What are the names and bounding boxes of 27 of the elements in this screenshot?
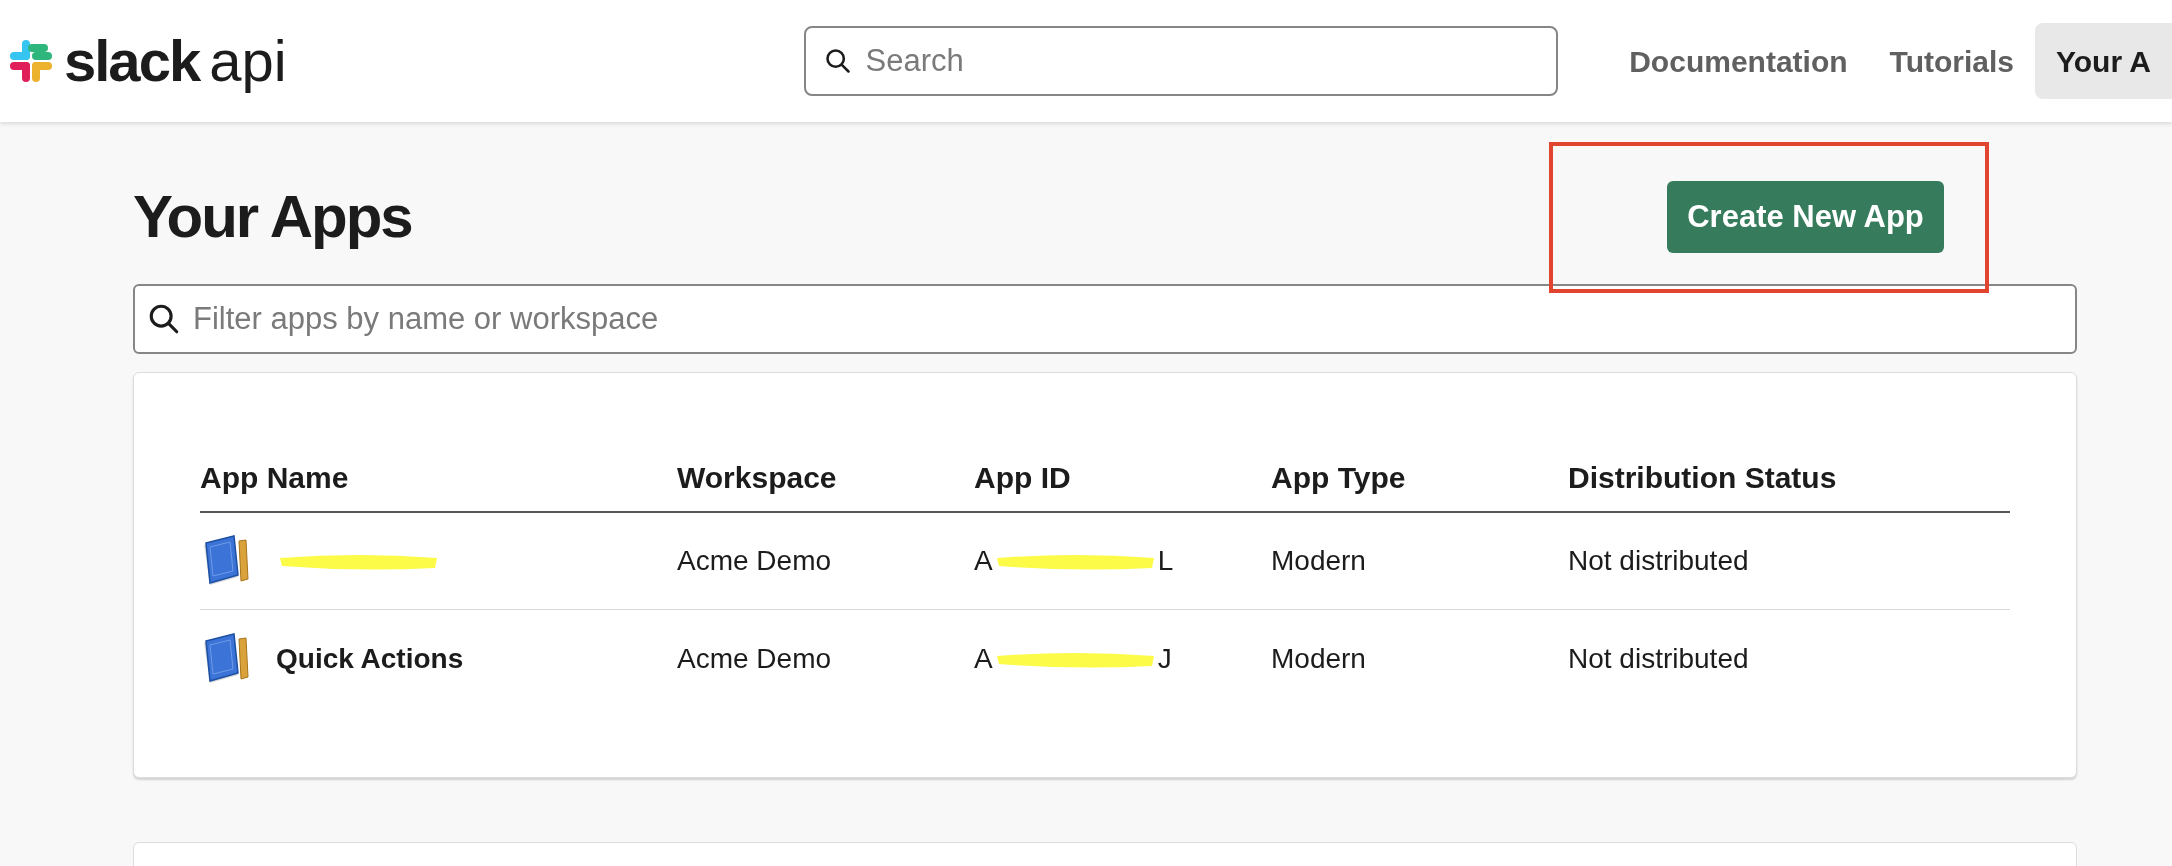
- column-header: App Name: [200, 461, 349, 494]
- search-icon: [147, 302, 181, 336]
- table-cell-text: J: [1157, 641, 1172, 676]
- column-header: App ID: [974, 461, 1071, 494]
- table-cell: Acme Demo: [677, 642, 832, 674]
- table-cell: Not distributed: [1568, 545, 1749, 576]
- search-field[interactable]: Search: [803, 26, 1559, 96]
- search-icon: [823, 47, 852, 75]
- logo-brand: slack: [64, 32, 200, 90]
- column-header: Distribution Status: [1568, 461, 1837, 494]
- table-cell: Not distributed: [1568, 642, 1749, 674]
- page-title: Your Apps: [133, 182, 412, 252]
- create-app-button[interactable]: Create New App: [1667, 181, 1944, 253]
- column-header: App Type: [1271, 461, 1406, 494]
- filter-field[interactable]: Filter apps by name or workspace: [133, 284, 2077, 354]
- table-cell-text: A: [974, 641, 993, 676]
- app-name[interactable]: Quick Actions: [276, 637, 464, 680]
- table-cell-text: L: [1157, 544, 1174, 578]
- table-cell: Modern: [1271, 642, 1366, 674]
- table-cell: Acme Demo: [677, 545, 832, 576]
- column-header: Workspace: [677, 461, 837, 494]
- table-cell-text: A: [974, 544, 993, 578]
- nav-link[interactable]: Documentation: [1608, 23, 1869, 99]
- table-cell: Modern: [1271, 545, 1366, 576]
- slack-logo-icon: [8, 38, 54, 84]
- nav-link[interactable]: Your A: [2035, 23, 2172, 99]
- nav-link[interactable]: Tutorials: [1868, 23, 2035, 99]
